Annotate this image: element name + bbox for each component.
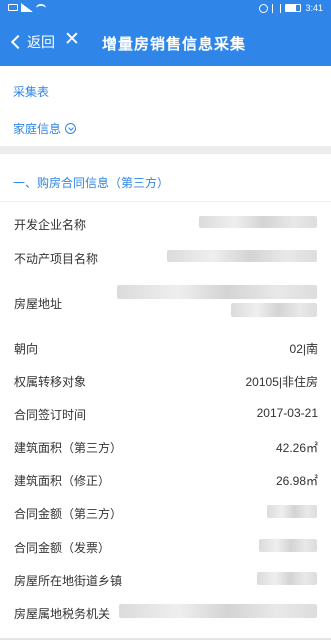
status-right-icons: 3:41 — [259, 3, 323, 13]
redacted-value — [267, 505, 317, 518]
redacted-value — [231, 303, 317, 317]
field-row-transfer-target: 权属转移对象 20105|非住房 — [0, 366, 331, 396]
field-value: 42.26㎡ — [275, 441, 318, 455]
sim-card-icon — [8, 4, 18, 11]
chevron-down-circle-icon — [65, 123, 77, 134]
field-value: 2017-03-21 — [256, 406, 318, 420]
field-label: 朝向 — [14, 342, 39, 356]
section-title: 一、购房合同信息（第三方） — [13, 176, 170, 190]
field-label: 开发企业名称 — [14, 218, 87, 232]
signal-icon — [21, 3, 33, 12]
field-row-amount-invoice: 合同金额（发票） — [0, 532, 331, 562]
field-label: 房屋属地税务机关 — [14, 607, 111, 621]
field-row-orientation: 朝向 02|南 — [0, 333, 331, 363]
field-value: 26.98㎡ — [275, 474, 318, 488]
field-label: 合同签订时间 — [14, 408, 87, 422]
field-row-tax-authority: 房屋属地税务机关 — [0, 598, 331, 628]
field-label: 建筑面积（第三方） — [14, 441, 123, 455]
field-label: 合同金额（第三方） — [14, 507, 123, 521]
collection-form-label: 采集表 — [13, 85, 50, 99]
field-label: 房屋地址 — [14, 297, 63, 311]
main-content: 采集表 家庭信息 一、购房合同信息（第三方） 开发企业名称 不动产项目名称 房屋… — [0, 66, 331, 640]
status-bar: 3:41 — [0, 0, 331, 18]
status-time: 3:41 — [305, 3, 323, 13]
field-row-area-corrected: 建筑面积（修正） 26.98㎡ — [0, 465, 331, 495]
page-title: 增量房销售信息采集 — [102, 36, 247, 53]
collection-form-link[interactable]: 采集表 — [13, 83, 49, 100]
section-underline — [0, 201, 331, 202]
field-label: 不动产项目名称 — [14, 252, 99, 266]
redacted-value — [117, 285, 317, 299]
alarm-icon — [259, 3, 269, 13]
field-row-amount-third-party: 合同金额（第三方） — [0, 498, 331, 528]
section-divider — [0, 146, 331, 154]
status-left-icons — [8, 3, 46, 12]
field-row-street-town: 房屋所在地街道乡镇 — [0, 565, 331, 595]
wifi-icon — [36, 3, 46, 12]
redacted-value — [199, 216, 317, 228]
field-row-developer: 开发企业名称 — [0, 209, 331, 239]
redacted-value — [257, 572, 317, 585]
field-value: 02|南 — [289, 342, 318, 356]
battery-icon — [285, 4, 302, 12]
field-row-area-third-party: 建筑面积（第三方） 42.26㎡ — [0, 432, 331, 462]
chevron-left-icon — [10, 34, 26, 50]
back-label: 返回 — [27, 34, 55, 50]
redacted-value — [259, 539, 317, 552]
field-row-address: 房屋地址 — [0, 279, 331, 323]
close-button[interactable]: ✕ — [64, 30, 80, 50]
field-label: 建筑面积（修正） — [14, 474, 111, 488]
field-label: 房屋所在地街道乡镇 — [14, 574, 123, 588]
redacted-value — [167, 250, 317, 262]
field-row-project: 不动产项目名称 — [0, 243, 331, 273]
nav-bar: 返回 ✕ 增量房销售信息采集 — [0, 18, 331, 66]
field-label: 合同金额（发票） — [14, 541, 111, 555]
family-info-label: 家庭信息 — [13, 122, 62, 136]
field-row-contract-date: 合同签订时间 2017-03-21 — [0, 399, 331, 429]
redacted-value — [119, 604, 317, 618]
vibrate-icon — [272, 3, 282, 13]
field-label: 权属转移对象 — [14, 375, 87, 389]
family-info-link[interactable]: 家庭信息 — [13, 120, 77, 137]
field-value: 20105|非住房 — [245, 375, 319, 389]
back-button[interactable]: 返回 — [10, 32, 55, 52]
